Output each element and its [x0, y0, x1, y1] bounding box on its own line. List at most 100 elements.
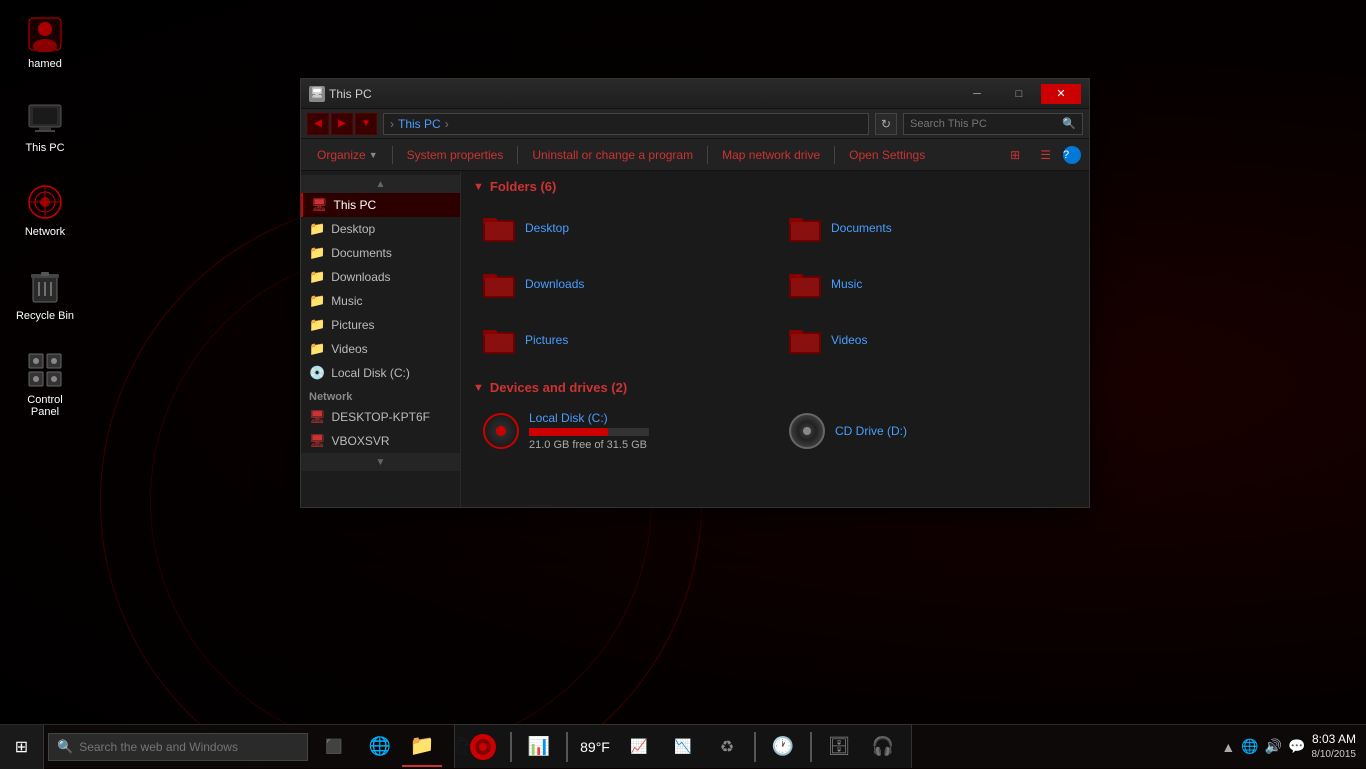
network-label: Network — [309, 391, 352, 403]
sidebar-item-desktop[interactable]: 📁 Desktop — [301, 217, 460, 241]
desktop-icon-network[interactable]: Network — [10, 178, 80, 242]
downloads-folder-icon — [481, 266, 517, 302]
dock-recycle2[interactable]: ♻ — [707, 727, 747, 767]
thispc-label: This PC — [25, 142, 64, 154]
sidebar-music-label: Music — [331, 294, 362, 308]
toolbar: Organize ▼ System properties Uninstall o… — [301, 139, 1089, 171]
folder-downloads[interactable]: Downloads — [473, 260, 771, 308]
pinned-explorer[interactable]: 📁 — [402, 727, 442, 767]
search-box[interactable]: 🔍 — [903, 113, 1083, 135]
drive-cd[interactable]: CD Drive (D:) — [779, 405, 1077, 457]
dock-antivirus[interactable] — [463, 727, 503, 767]
desktop-icon-thispc[interactable]: This PC — [10, 94, 80, 158]
window-title: This PC — [329, 87, 372, 101]
sidebar-item-downloads[interactable]: 📁 Downloads — [301, 265, 460, 289]
sidebar-item-desktop-kpt6f[interactable]: 🖥 DESKTOP-KPT6F — [301, 405, 460, 429]
toolbar-sep3 — [707, 146, 708, 164]
view-options-button[interactable]: ⊞ — [1002, 145, 1028, 165]
path-thispc[interactable]: This PC — [398, 117, 441, 131]
desktop-icon-control[interactable]: Control Panel — [10, 346, 80, 422]
view-toggle-button[interactable]: ☰ — [1032, 145, 1059, 165]
folder-videos[interactable]: Videos — [779, 316, 1077, 364]
close-button[interactable]: ✕ — [1041, 84, 1081, 104]
downloads-folder-icon: 📁 — [309, 269, 325, 285]
sidebar-pictures-label: Pictures — [331, 318, 374, 332]
folder-desktop[interactable]: Desktop — [473, 204, 771, 252]
search-input[interactable] — [910, 118, 1058, 130]
dock-weather[interactable]: 89°F — [575, 727, 615, 767]
music-folder-icon: 📁 — [309, 293, 325, 309]
dock-monitor[interactable]: 📊 — [519, 727, 559, 767]
sidebar-item-videos[interactable]: 📁 Videos — [301, 337, 460, 361]
desktop-icon-recycle[interactable]: Recycle Bin — [10, 262, 80, 326]
path-arrow: › — [390, 117, 394, 131]
content-area: ▼ Folders (6) Desktop — [461, 171, 1089, 507]
system-properties-button[interactable]: System properties — [399, 145, 512, 165]
open-settings-button[interactable]: Open Settings — [841, 145, 933, 165]
pictures-folder-icon — [481, 322, 517, 358]
start-button[interactable]: ⊞ — [0, 725, 44, 769]
sidebar-item-pictures[interactable]: 📁 Pictures — [301, 313, 460, 337]
address-path[interactable]: › This PC › — [383, 113, 869, 135]
dock-live1[interactable]: 📈 — [619, 727, 659, 767]
folder-documents[interactable]: Documents — [779, 204, 1077, 252]
toolbar-sep2 — [517, 146, 518, 164]
tray-chevron[interactable]: ▲ — [1221, 739, 1235, 755]
sidebar-videos-label: Videos — [331, 342, 367, 356]
pictures-folder-label: Pictures — [525, 333, 568, 347]
videos-folder-label: Videos — [831, 333, 867, 347]
tray-volume-icon[interactable]: 🔊 — [1265, 738, 1282, 755]
cd-drive-name: CD Drive (D:) — [835, 424, 907, 438]
drive-local-disk[interactable]: Local Disk (C:) 21.0 GB free of 31.5 GB — [473, 405, 771, 457]
sidebar-item-music[interactable]: 📁 Music — [301, 289, 460, 313]
sidebar-scroll-up[interactable]: ▲ — [301, 175, 460, 193]
map-drive-button[interactable]: Map network drive — [714, 145, 828, 165]
documents-folder-icon — [787, 210, 823, 246]
videos-folder-icon — [787, 322, 823, 358]
tray-network-icon[interactable]: 🌐 — [1241, 738, 1258, 755]
refresh-button[interactable]: ↻ — [875, 113, 897, 135]
organize-button[interactable]: Organize ▼ — [309, 145, 386, 165]
folder-pictures[interactable]: Pictures — [473, 316, 771, 364]
network-icon — [25, 182, 65, 222]
maximize-button[interactable]: □ — [999, 84, 1039, 104]
dock-headset[interactable]: 🎧 — [863, 727, 903, 767]
documents-folder-icon: 📁 — [309, 245, 325, 261]
taskbar-search-box[interactable]: 🔍 — [48, 733, 308, 761]
dock-storage[interactable]: 🗄 — [819, 727, 859, 767]
drives-toggle[interactable]: ▼ — [473, 382, 484, 394]
dock-sep4 — [810, 732, 812, 762]
search-magnifier-icon: 🔍 — [57, 739, 73, 755]
sidebar-localdisk-label: Local Disk (C:) — [331, 366, 410, 380]
folders-toggle[interactable]: ▼ — [473, 181, 484, 193]
folder-music[interactable]: Music — [779, 260, 1077, 308]
sidebar-scroll-down[interactable]: ▼ — [301, 453, 460, 471]
forward-button[interactable]: ▶ — [331, 113, 353, 135]
taskbar-dock: 📊 89°F 📈 📉 ♻ 🕐 🗄 🎧 — [454, 724, 912, 768]
map-drive-label: Map network drive — [722, 148, 820, 162]
dropdown-button[interactable]: ▼ — [355, 113, 377, 135]
start-icon: ⊞ — [15, 737, 28, 757]
desktop-icon-hamed[interactable]: hamed — [10, 10, 80, 74]
pinned-edge[interactable]: 🌐 — [360, 727, 400, 767]
help-button[interactable]: ? — [1063, 146, 1081, 164]
taskbar: ⊞ 🔍 ⬛ 🌐 📁 🛍 📊 89°F 📈 📉 ♻ — [0, 724, 1366, 768]
tray-action-center[interactable]: 💬 — [1288, 738, 1305, 755]
sidebar-item-localdisk[interactable]: 💿 Local Disk (C:) — [301, 361, 460, 385]
dock-sep2 — [566, 732, 568, 762]
sidebar-item-vboxsvr[interactable]: 🖥 VBOXSVR — [301, 429, 460, 453]
desktop-kpt6f-label: DESKTOP-KPT6F — [332, 410, 430, 424]
dock-clock[interactable]: 🕐 — [763, 727, 803, 767]
drives-grid: Local Disk (C:) 21.0 GB free of 31.5 GB — [473, 405, 1077, 457]
minimize-button[interactable]: ─ — [957, 84, 997, 104]
back-button[interactable]: ◀ — [307, 113, 329, 135]
task-view-button[interactable]: ⬛ — [316, 729, 352, 765]
tray-clock[interactable]: 8:03 AM 8/10/2015 — [1312, 731, 1357, 762]
sidebar-item-thispc[interactable]: 🖥 This PC — [301, 193, 460, 217]
uninstall-button[interactable]: Uninstall or change a program — [524, 145, 701, 165]
taskbar-search-input[interactable] — [79, 740, 299, 754]
taskbar-buttons: ⬛ — [316, 729, 352, 765]
sidebar-item-documents[interactable]: 📁 Documents — [301, 241, 460, 265]
window-controls: ─ □ ✕ — [957, 84, 1081, 104]
dock-live2[interactable]: 📉 — [663, 727, 703, 767]
